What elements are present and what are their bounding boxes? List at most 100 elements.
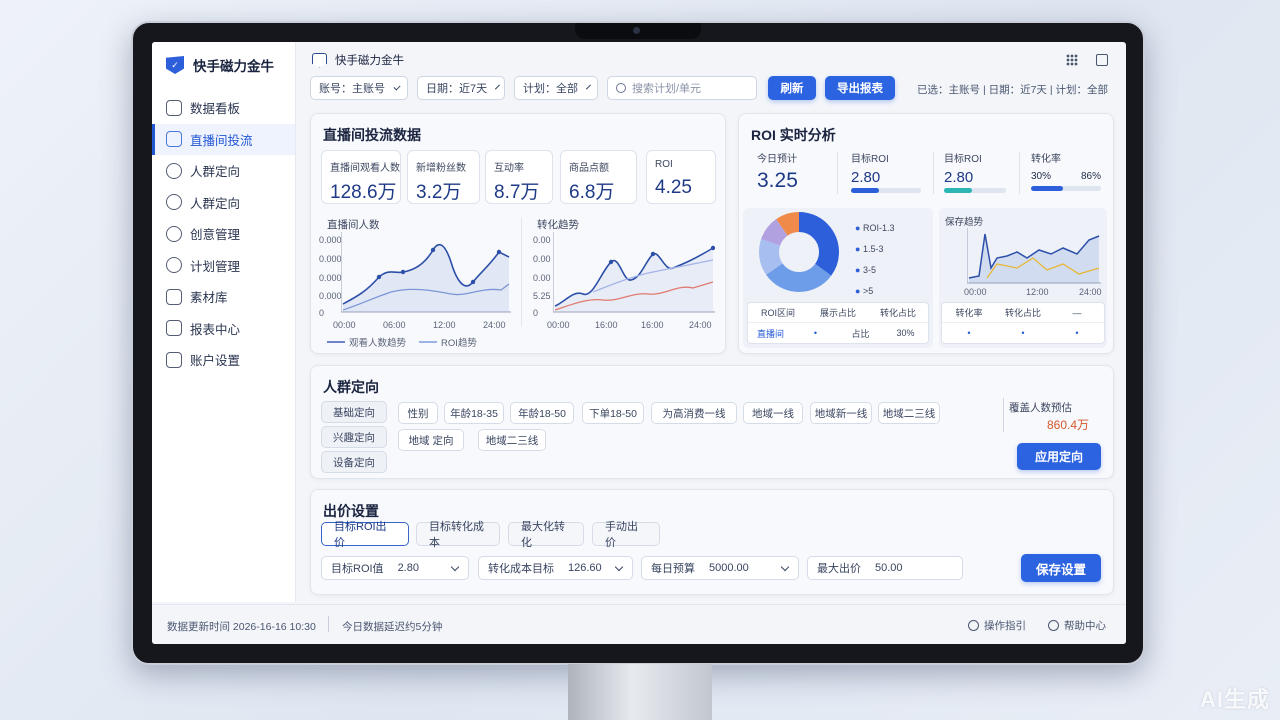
sidebar-item-library[interactable]: 素材库 [152,281,295,313]
roi-item-label: 转化率 [1031,154,1061,165]
sidebar-item-account[interactable]: 账户设置 [152,344,295,376]
trend-x-tick: 24:00 [1079,287,1102,297]
kpi-value: 8.7万 [494,182,540,203]
daily-budget-field[interactable]: 每日预算 5000.00 [641,556,799,580]
legend-viewers: 观看人数趋势 [327,335,406,349]
account-select[interactable]: 账号：主账号 [310,76,408,100]
tab-target-roi-bid[interactable]: 目标ROI出价 [321,521,409,549]
tag-new-tier1-region[interactable]: 地域新一线 [810,402,872,424]
chart2-x-tick: 00:00 [547,320,570,330]
coverage-value: 860.4万 [1047,418,1090,432]
tag-tier1-region[interactable]: 地域一线 [743,402,803,424]
refresh-button[interactable]: 刷新 [768,76,816,100]
tag-region-tier2-3[interactable]: 地域二三线 [478,429,546,451]
roi-item-label: 今日预计 [757,154,797,165]
data-delay-note: 今日数据延迟约5分钟 [342,621,443,633]
tag-age-18-50[interactable]: 年龄18-50 [510,402,574,424]
chart2-y-tick: 0 [533,308,539,318]
legend-label: 观看人数趋势 [349,338,407,349]
pie-legend-label: ROI-1.3 [862,223,895,233]
help-center-link[interactable]: 帮助中心 [1048,618,1106,633]
monitor-stand [568,664,712,720]
help-center-label: 帮助中心 [1064,620,1106,632]
chart2-x-tick: 16:00 [641,320,664,330]
group-basic-targeting[interactable]: 基础定向 [321,401,387,423]
roi-item-value: 2.80 [944,169,974,186]
search-input[interactable]: 搜索计划/单元 [607,76,757,100]
group-interest-targeting[interactable]: 兴趣定向 [321,426,387,448]
chart1-y-tick: 0.000 [319,254,342,264]
divider [933,152,934,194]
sidebar-item-dashboard[interactable]: 数据看板 [152,92,295,124]
tab-manual-bid[interactable]: 手动出价 [592,521,660,549]
save-settings-button[interactable]: 保存设置 [1021,554,1101,582]
plan-select[interactable]: 计划：全部 [514,76,598,100]
brand: ✓ 快手磁力金牛 [152,42,295,88]
sidebar-item-live-traffic[interactable]: 直播间投流 [152,123,295,155]
tab-target-conversion-cost[interactable]: 目标转化成本 [416,521,500,549]
account-select-value: 账号：主账号 [319,83,385,95]
tag-gender[interactable]: 性别 [398,402,438,424]
sidebar-item-creative[interactable]: 创意管理 [152,218,295,250]
roi-progress-bar [944,188,1006,193]
apply-targeting-button[interactable]: 应用定向 [1017,443,1101,470]
data-point [608,259,614,265]
sidebar-item-audience[interactable]: 人群定向 [152,155,295,187]
conversion-cost-field[interactable]: 转化成本目标 126.60 [478,556,633,580]
max-bid-field[interactable]: 最大出价 50.00 [807,556,963,580]
table-row[interactable]: • • • [942,323,1104,343]
divider [1003,398,1004,432]
kpi-roi: ROI 4.25 [646,150,716,204]
roi-trend-chart [967,228,1101,284]
kpi-label: 新增粉丝数 [416,163,466,174]
apps-grid-icon[interactable] [1066,54,1078,66]
camera-notch [575,23,701,39]
audience-targeting-card: 人群定向 基础定向 兴趣定向 设备定向 性别 年龄18-35 年龄18-50 下… [310,365,1114,479]
roi-item-value: 3.25 [757,169,798,192]
roi-target-2: 目标ROI 2.80 [944,150,1006,193]
roi-analysis-title: ROI 实时分析 [751,127,836,143]
selected-filters-summary: 已选：主账号 | 日期：近7天 | 计划：全部 [917,84,1108,96]
kpi-new-fans: 新增粉丝数 3.2万 [407,150,480,204]
chart1-x-tick: 06:00 [383,320,406,330]
tag-age-18-35[interactable]: 年龄18-35 [444,402,504,424]
help-icon [1048,620,1059,631]
export-report-button[interactable]: 导出报表 [825,76,895,100]
chart2-y-tick: 0.00 [533,254,551,264]
filter-icon[interactable] [1096,54,1108,66]
operation-guide-link[interactable]: 操作指引 [968,618,1026,633]
chart2-y-tick: 0.00 [533,273,551,283]
sidebar-item-audience-2[interactable]: 人群定向 [152,187,295,219]
divider [837,152,838,194]
group-device-targeting[interactable]: 设备定向 [321,451,387,473]
app-logo-icon: ✓ [166,56,184,74]
legend-dot-icon: ● [855,286,861,296]
table-row[interactable]: 直播间 • 占比 30% [748,323,928,343]
filter-bar: 账号：主账号 日期：近7天 计划：全部 搜索计划/单元 刷新 导出报表 [310,76,895,100]
date-select[interactable]: 日期：近7天 [417,76,505,100]
tab-max-conversion[interactable]: 最大化转化 [508,521,584,549]
chevron-down-icon [780,562,790,571]
target-roi-field[interactable]: 目标ROI值 2.80 [321,556,469,580]
kpi-value: 4.25 [655,177,692,198]
table-header-row: ROI区间 展示占比 转化占比 [748,303,928,323]
topbar-title: 快手磁力金牛 [312,52,404,68]
tag-region-targeting[interactable]: 地域 定向 [398,429,464,451]
tag-order-18-50[interactable]: 下单18-50 [582,402,644,424]
audience-icon [166,162,182,179]
sidebar-item-report[interactable]: 报表中心 [152,313,295,345]
legend-dot-icon: ● [855,265,861,275]
sidebar-item-label: 创意管理 [190,228,241,243]
data-point [470,279,476,285]
tag-tier2-3-region[interactable]: 地域二三线 [878,402,940,424]
roi-analysis-card: ROI 实时分析 今日预计 3.25 目标ROI 2.80 目标ROI 2.80 转化… [738,113,1114,354]
tag-high-spend[interactable]: 为高消费一线 [651,402,737,424]
chart2-label: 转化趋势 [537,219,579,231]
camera-icon [633,27,640,34]
update-time: 数据更新时间 2026-16-16 10:30 [167,621,316,633]
kpi-interaction-rate: 互动率 8.7万 [485,150,553,204]
sidebar-item-plan[interactable]: 计划管理 [152,250,295,282]
legend-label: ROI趋势 [441,338,477,349]
data-point [430,247,436,253]
chevron-down-icon [614,562,624,571]
